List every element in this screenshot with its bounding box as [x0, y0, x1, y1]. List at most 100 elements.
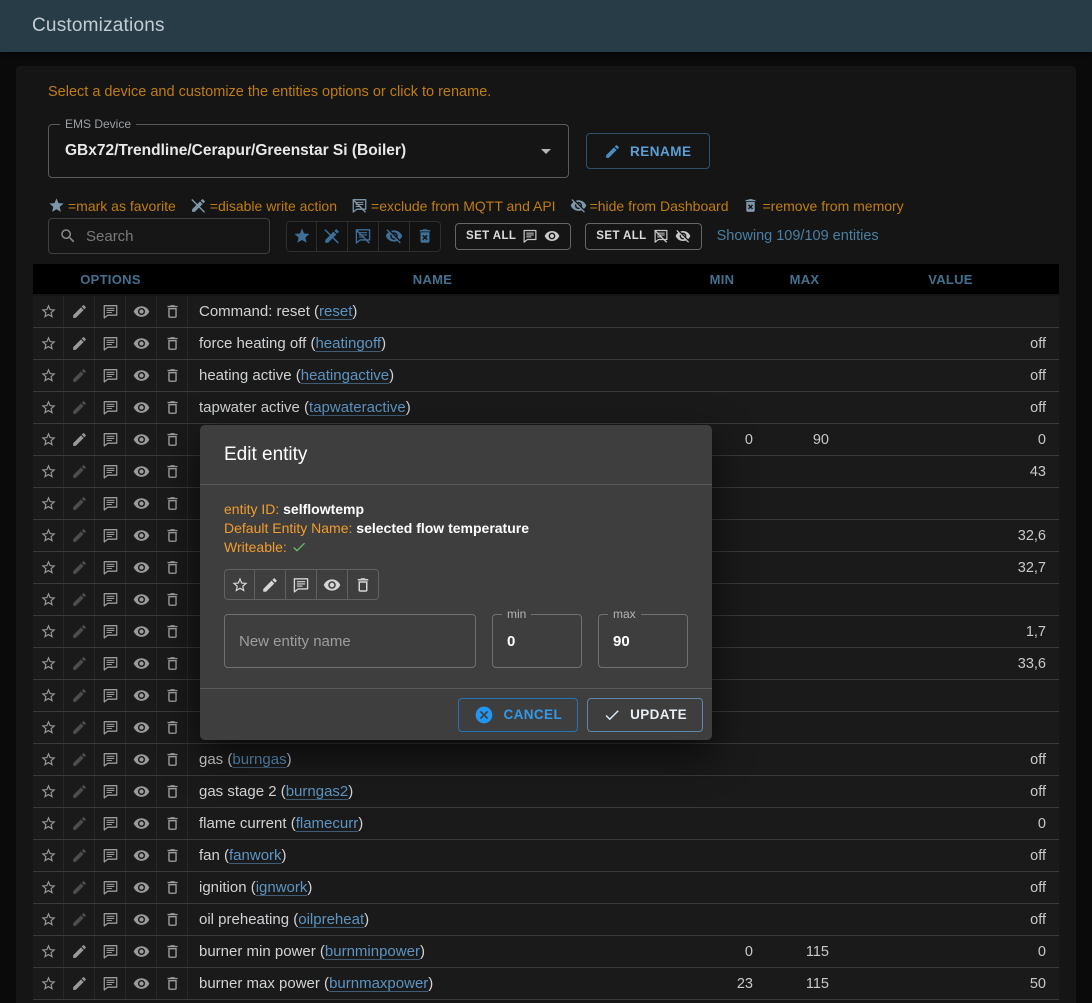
row-mqtt-button[interactable]	[95, 744, 126, 775]
row-visible-button[interactable]	[126, 872, 157, 903]
set-all-button-1[interactable]: SET ALL	[455, 223, 571, 250]
row-visible-button[interactable]	[126, 936, 157, 967]
row-remove-button[interactable]	[157, 552, 188, 583]
filter-toggle-delete-forever-icon[interactable]	[410, 221, 441, 252]
row-write-button[interactable]	[64, 296, 95, 327]
row-mqtt-button[interactable]	[95, 808, 126, 839]
entity-shortname-link[interactable]: burngas2	[286, 783, 349, 800]
row-write-button[interactable]	[64, 616, 95, 647]
row-favorite-button[interactable]	[33, 392, 64, 423]
row-mqtt-button[interactable]	[95, 840, 126, 871]
row-remove-button[interactable]	[157, 840, 188, 871]
row-mqtt-button[interactable]	[95, 296, 126, 327]
dialog-toggle-edit-icon[interactable]	[255, 569, 286, 600]
rename-button[interactable]: RENAME	[586, 133, 710, 169]
dialog-toggle-delete-icon[interactable]	[348, 569, 379, 600]
row-write-button[interactable]	[64, 648, 95, 679]
row-mqtt-button[interactable]	[95, 872, 126, 903]
row-visible-button[interactable]	[126, 840, 157, 871]
filter-toggle-comment-off-icon[interactable]	[348, 221, 379, 252]
row-write-button[interactable]	[64, 840, 95, 871]
ems-device-select[interactable]: EMS Device GBx72/Trendline/Cerapur/Green…	[48, 124, 569, 178]
row-mqtt-button[interactable]	[95, 904, 126, 935]
new-entity-name-field[interactable]	[224, 614, 476, 668]
row-visible-button[interactable]	[126, 552, 157, 583]
row-remove-button[interactable]	[157, 584, 188, 615]
row-write-button[interactable]	[64, 424, 95, 455]
max-field[interactable]: max	[598, 614, 688, 668]
entity-shortname-link[interactable]: oilpreheat	[298, 911, 364, 928]
row-visible-button[interactable]	[126, 904, 157, 935]
entity-shortname-link[interactable]: flamecurr	[296, 815, 359, 832]
row-favorite-button[interactable]	[33, 776, 64, 807]
row-favorite-button[interactable]	[33, 520, 64, 551]
row-write-button[interactable]	[64, 776, 95, 807]
row-remove-button[interactable]	[157, 712, 188, 743]
search-input[interactable]	[86, 228, 246, 245]
filter-toggle-edit-off-icon[interactable]	[317, 221, 348, 252]
row-favorite-button[interactable]	[33, 424, 64, 455]
row-remove-button[interactable]	[157, 616, 188, 647]
row-visible-button[interactable]	[126, 648, 157, 679]
row-favorite-button[interactable]	[33, 328, 64, 359]
row-visible-button[interactable]	[126, 424, 157, 455]
max-input[interactable]	[613, 633, 673, 650]
row-visible-button[interactable]	[126, 456, 157, 487]
entity-shortname-link[interactable]: heatingoff	[315, 335, 381, 352]
row-remove-button[interactable]	[157, 744, 188, 775]
entity-shortname-link[interactable]: fanwork	[229, 847, 282, 864]
row-write-button[interactable]	[64, 968, 95, 999]
row-write-button[interactable]	[64, 584, 95, 615]
filter-toggle-star-icon[interactable]	[286, 221, 317, 252]
row-write-button[interactable]	[64, 904, 95, 935]
entity-shortname-link[interactable]: ignwork	[256, 879, 308, 896]
row-favorite-button[interactable]	[33, 680, 64, 711]
row-write-button[interactable]	[64, 328, 95, 359]
row-visible-button[interactable]	[126, 584, 157, 615]
row-favorite-button[interactable]	[33, 648, 64, 679]
row-favorite-button[interactable]	[33, 968, 64, 999]
row-favorite-button[interactable]	[33, 584, 64, 615]
row-write-button[interactable]	[64, 520, 95, 551]
row-mqtt-button[interactable]	[95, 456, 126, 487]
row-mqtt-button[interactable]	[95, 520, 126, 551]
entity-shortname-link[interactable]: tapwateractive	[309, 399, 406, 416]
row-remove-button[interactable]	[157, 424, 188, 455]
row-mqtt-button[interactable]	[95, 360, 126, 391]
row-mqtt-button[interactable]	[95, 552, 126, 583]
row-write-button[interactable]	[64, 712, 95, 743]
row-favorite-button[interactable]	[33, 808, 64, 839]
set-all-button-2[interactable]: SET ALL	[585, 223, 701, 250]
row-visible-button[interactable]	[126, 328, 157, 359]
row-remove-button[interactable]	[157, 808, 188, 839]
row-favorite-button[interactable]	[33, 872, 64, 903]
row-remove-button[interactable]	[157, 680, 188, 711]
row-remove-button[interactable]	[157, 968, 188, 999]
search-box[interactable]	[48, 218, 270, 254]
row-favorite-button[interactable]	[33, 616, 64, 647]
dialog-toggle-eye-icon[interactable]	[317, 569, 348, 600]
row-favorite-button[interactable]	[33, 552, 64, 583]
row-remove-button[interactable]	[157, 488, 188, 519]
row-favorite-button[interactable]	[33, 936, 64, 967]
row-mqtt-button[interactable]	[95, 584, 126, 615]
row-favorite-button[interactable]	[33, 840, 64, 871]
row-mqtt-button[interactable]	[95, 680, 126, 711]
row-visible-button[interactable]	[126, 808, 157, 839]
row-mqtt-button[interactable]	[95, 712, 126, 743]
row-favorite-button[interactable]	[33, 296, 64, 327]
row-visible-button[interactable]	[126, 776, 157, 807]
min-input[interactable]	[507, 633, 567, 650]
row-write-button[interactable]	[64, 808, 95, 839]
filter-toggle-eye-off-icon[interactable]	[379, 221, 410, 252]
row-mqtt-button[interactable]	[95, 392, 126, 423]
row-visible-button[interactable]	[126, 680, 157, 711]
row-remove-button[interactable]	[157, 328, 188, 359]
row-favorite-button[interactable]	[33, 456, 64, 487]
row-remove-button[interactable]	[157, 872, 188, 903]
row-write-button[interactable]	[64, 488, 95, 519]
row-write-button[interactable]	[64, 872, 95, 903]
row-write-button[interactable]	[64, 456, 95, 487]
row-visible-button[interactable]	[126, 488, 157, 519]
row-visible-button[interactable]	[126, 360, 157, 391]
